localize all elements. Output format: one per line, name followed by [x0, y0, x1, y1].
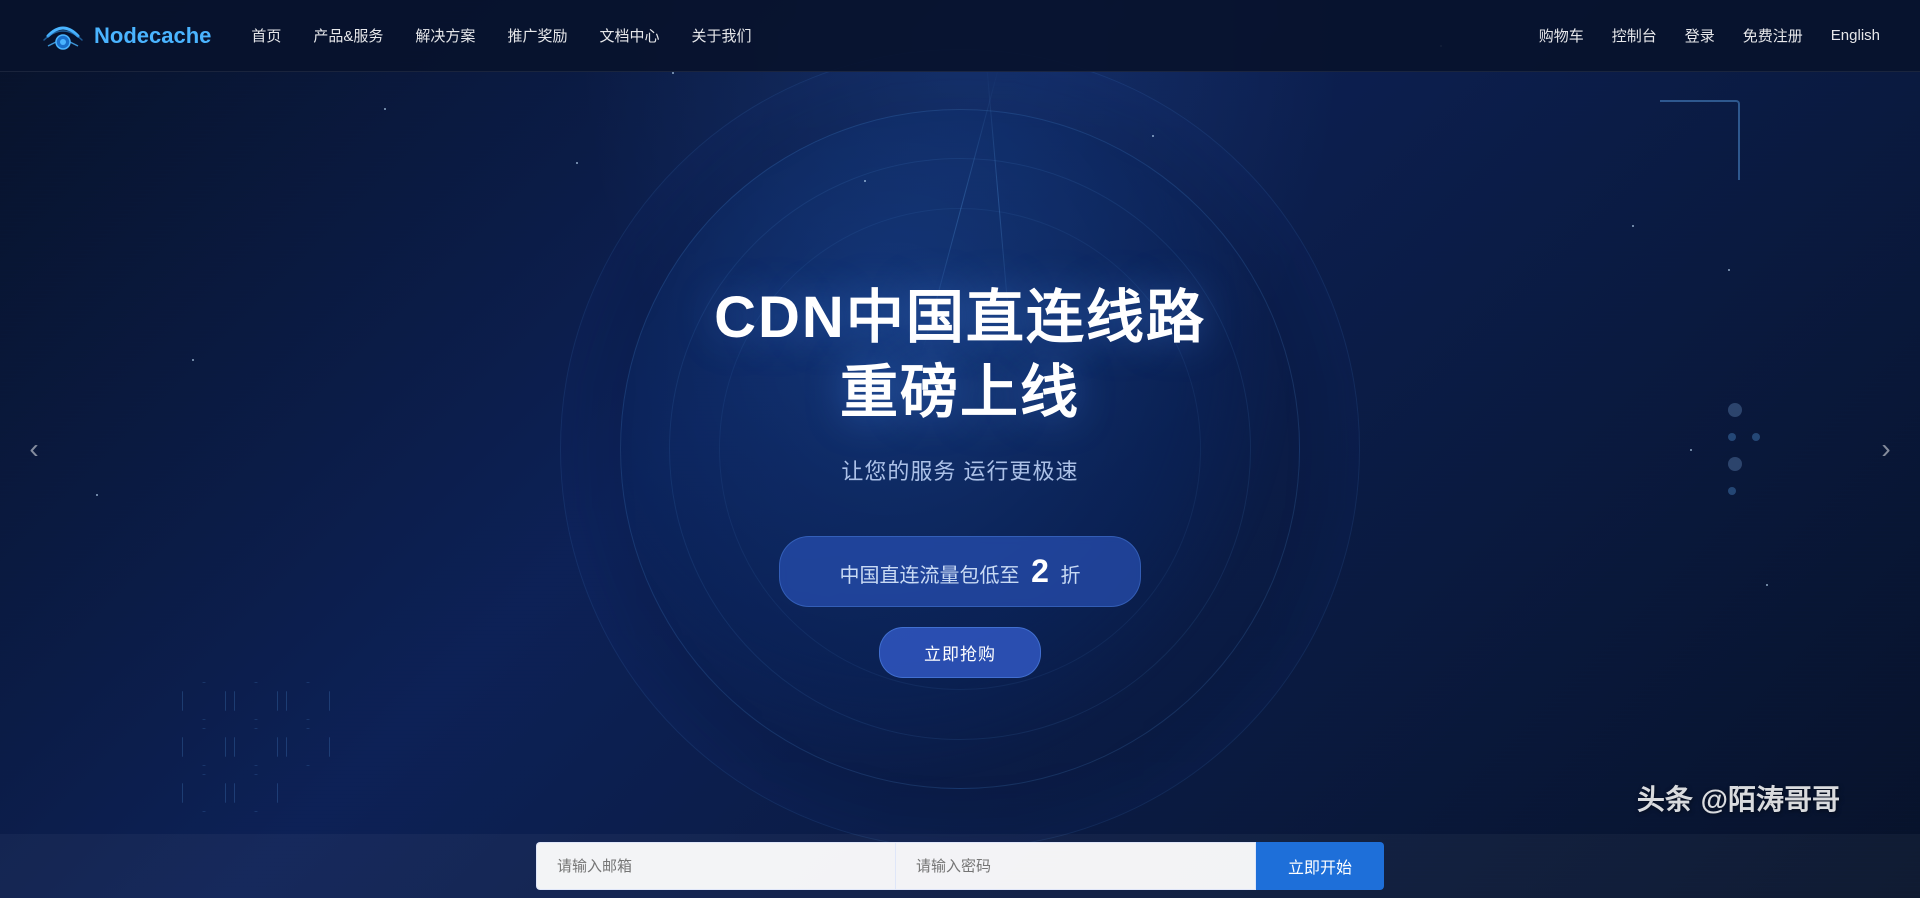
promo-suffix: 折 — [1060, 565, 1080, 587]
promo-banner: 中国直连流量包低至 2 折 — [779, 536, 1142, 607]
carousel-next-button[interactable]: › — [1868, 419, 1904, 479]
cta-button[interactable]: 立即抢购 — [879, 627, 1041, 678]
dot — [1728, 433, 1736, 441]
watermark: 头条 @陌涛哥哥 — [1637, 778, 1840, 818]
hex-shape — [234, 682, 278, 720]
dot — [1728, 457, 1742, 471]
hero-title-line2: 重磅上线 — [840, 360, 1080, 425]
nav-item-products[interactable]: 产品&服务 — [313, 25, 383, 46]
nav-item-about[interactable]: 关于我们 — [691, 25, 751, 46]
console-link[interactable]: 控制台 — [1612, 25, 1657, 46]
star — [576, 162, 578, 164]
email-input[interactable] — [536, 842, 896, 890]
dot — [1752, 433, 1760, 441]
star — [96, 494, 98, 496]
hero-subtitle: 让您的服务 运行更极速 — [841, 454, 1078, 486]
promo-prefix: 中国直连流量包低至 — [840, 565, 1020, 587]
nav-item-docs[interactable]: 文档中心 — [599, 25, 659, 46]
login-link[interactable]: 登录 — [1685, 25, 1715, 46]
cart-link[interactable]: 购物车 — [1539, 25, 1584, 46]
nav-item-home[interactable]: 首页 — [251, 25, 281, 46]
hero-title-line1: CDN中国直连线路 — [714, 285, 1206, 350]
nav-links: 首页 产品&服务 解决方案 推广奖励 文档中心 关于我们 — [251, 25, 751, 46]
star — [1632, 225, 1634, 227]
star — [1728, 269, 1730, 271]
navbar: Nodecache 首页 产品&服务 解决方案 推广奖励 文档中心 关于我们 购… — [0, 0, 1920, 72]
corner-decoration — [1660, 100, 1740, 180]
navbar-left: Nodecache 首页 产品&服务 解决方案 推广奖励 文档中心 关于我们 — [40, 18, 751, 54]
hex-shape — [234, 728, 278, 766]
star — [384, 108, 386, 110]
dot — [1728, 487, 1736, 495]
star — [1766, 584, 1768, 586]
hero-content: CDN中国直连线路 重磅上线 让您的服务 运行更极速 中国直连流量包低至 2 折… — [714, 280, 1206, 679]
nav-item-promotions[interactable]: 推广奖励 — [507, 25, 567, 46]
hero-title: CDN中国直连线路 重磅上线 — [714, 280, 1206, 431]
signup-form: 立即开始 — [0, 834, 1920, 898]
logo-icon — [40, 18, 86, 54]
star — [672, 72, 674, 74]
hex-shape — [182, 774, 226, 812]
hex-shape — [286, 728, 330, 766]
dot — [1728, 403, 1742, 417]
navbar-right: 购物车 控制台 登录 免费注册 English — [1539, 25, 1880, 46]
dots-decoration — [1728, 403, 1760, 495]
signup-button[interactable]: 立即开始 — [1256, 842, 1384, 890]
hex-shape — [182, 728, 226, 766]
hero-section: ‹ › CDN中国直连线路 重磅上线 让您的服务 运行更极速 中国直连流量包低至… — [0, 0, 1920, 898]
star — [192, 359, 194, 361]
hex-group — [180, 680, 332, 818]
hex-shape — [234, 774, 278, 812]
nav-item-solutions[interactable]: 解决方案 — [415, 25, 475, 46]
logo-text: Nodecache — [94, 23, 211, 49]
password-input[interactable] — [896, 842, 1256, 890]
logo-area[interactable]: Nodecache — [40, 18, 211, 54]
promo-highlight: 2 — [1031, 553, 1049, 589]
hex-shape — [286, 682, 330, 720]
hex-shape — [182, 682, 226, 720]
carousel-prev-button[interactable]: ‹ — [16, 419, 52, 479]
register-link[interactable]: 免费注册 — [1743, 25, 1803, 46]
language-link[interactable]: English — [1831, 27, 1880, 44]
star — [1690, 449, 1692, 451]
